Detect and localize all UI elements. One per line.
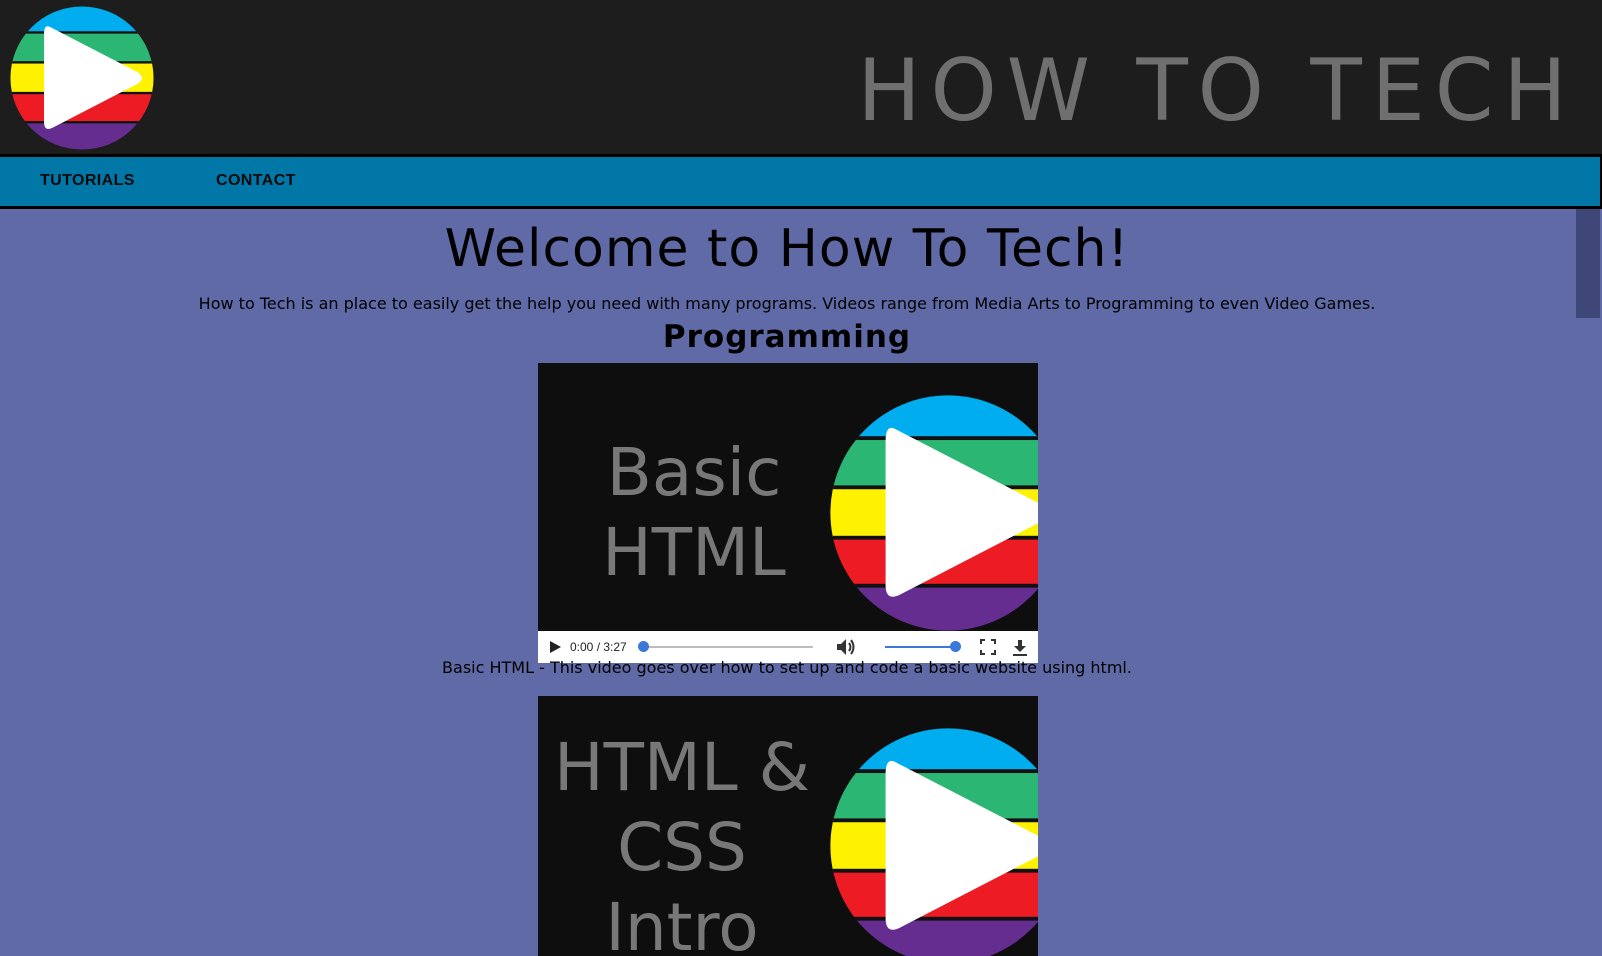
page-scrollbar[interactable] bbox=[1576, 209, 1602, 924]
thumb-line: CSS bbox=[617, 809, 747, 886]
section-heading-programming: Programming bbox=[662, 319, 912, 355]
intro-text: How to Tech is an place to easily get th… bbox=[198, 294, 1376, 313]
thumbnail-logo-icon bbox=[828, 726, 1038, 956]
nav-item-tutorials[interactable]: TUTORIALS bbox=[40, 172, 135, 190]
video-player-html-css-intro[interactable]: HTML & CSS Intro bbox=[538, 696, 1038, 956]
thumb-line: HTML bbox=[602, 514, 786, 591]
page-title: Welcome to How To Tech! bbox=[444, 219, 1130, 279]
video-caption: Basic HTML - This video goes over how to… bbox=[442, 658, 1132, 677]
video-player-basic-html[interactable]: Basic HTML 0:00 / 3:27 bbox=[538, 363, 1038, 663]
volume-slider[interactable] bbox=[885, 641, 961, 652]
thumbnail-logo-icon bbox=[828, 393, 1038, 633]
thumb-line: HTML & bbox=[553, 729, 811, 806]
logo-play-icon[interactable] bbox=[9, 5, 155, 151]
seek-handle[interactable] bbox=[638, 641, 649, 652]
volume-handle[interactable] bbox=[950, 641, 961, 652]
video-thumbnail-title: Basic HTML bbox=[544, 433, 844, 593]
thumb-line: Intro bbox=[605, 889, 759, 956]
thumb-line: Basic bbox=[606, 434, 782, 511]
seek-bar[interactable] bbox=[638, 641, 813, 652]
nav-item-contact[interactable]: CONTACT bbox=[216, 172, 296, 190]
site-brand-title: HOW TO TECH bbox=[857, 41, 1577, 141]
main-nav: TUTORIALS CONTACT bbox=[0, 157, 1602, 209]
scrollbar-thumb[interactable] bbox=[1576, 209, 1600, 318]
video-thumbnail-title: HTML & CSS Intro bbox=[538, 728, 832, 956]
site-header: HOW TO TECH bbox=[0, 0, 1602, 157]
main-content: Welcome to How To Tech! How to Tech is a… bbox=[0, 209, 1574, 956]
